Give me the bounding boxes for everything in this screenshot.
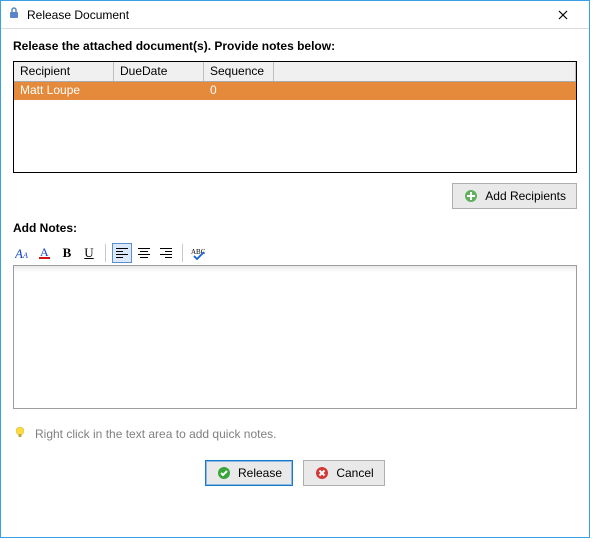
align-left-icon bbox=[116, 248, 128, 258]
plus-icon bbox=[463, 188, 479, 204]
spellcheck-button[interactable]: ABC bbox=[189, 243, 209, 263]
table-row[interactable]: Matt Loupe 0 bbox=[14, 82, 576, 100]
font-size-button[interactable]: A A bbox=[13, 243, 33, 263]
grid-body: Matt Loupe 0 bbox=[14, 82, 576, 172]
cell-empty bbox=[274, 82, 576, 100]
svg-text:A: A bbox=[22, 251, 28, 260]
titlebar: Release Document bbox=[1, 1, 589, 29]
release-document-dialog: Release Document Release the attached do… bbox=[0, 0, 590, 538]
editor-toolbar: A A A B U bbox=[13, 241, 577, 265]
toolbar-separator bbox=[105, 244, 106, 262]
align-center-button[interactable] bbox=[134, 243, 154, 263]
column-header-recipient[interactable]: Recipient bbox=[14, 62, 114, 81]
window-title: Release Document bbox=[27, 8, 543, 22]
column-header-sequence[interactable]: Sequence bbox=[204, 62, 274, 81]
release-label: Release bbox=[238, 466, 282, 480]
add-recipients-row: Add Recipients bbox=[13, 183, 577, 209]
align-right-icon bbox=[160, 248, 172, 258]
add-recipients-label: Add Recipients bbox=[485, 189, 566, 203]
cancel-button[interactable]: Cancel bbox=[303, 460, 385, 486]
check-circle-icon bbox=[216, 465, 232, 481]
align-right-button[interactable] bbox=[156, 243, 176, 263]
column-header-duedate[interactable]: DueDate bbox=[114, 62, 204, 81]
bold-button[interactable]: B bbox=[57, 243, 77, 263]
instruction-label: Release the attached document(s). Provid… bbox=[13, 39, 577, 53]
toolbar-separator bbox=[182, 244, 183, 262]
recipients-grid[interactable]: Recipient DueDate Sequence Matt Loupe 0 bbox=[13, 61, 577, 173]
cell-duedate bbox=[114, 82, 204, 100]
notes-textarea[interactable] bbox=[13, 265, 577, 409]
align-left-button[interactable] bbox=[112, 243, 132, 263]
cell-recipient: Matt Loupe bbox=[14, 82, 114, 100]
lock-icon bbox=[7, 6, 21, 23]
add-recipients-button[interactable]: Add Recipients bbox=[452, 183, 577, 209]
cancel-label: Cancel bbox=[336, 466, 373, 480]
footer-buttons: Release Cancel bbox=[13, 460, 577, 486]
cancel-circle-icon bbox=[314, 465, 330, 481]
close-button[interactable] bbox=[543, 1, 583, 28]
cell-sequence: 0 bbox=[204, 82, 274, 100]
column-header-empty bbox=[274, 62, 576, 81]
svg-text:A: A bbox=[15, 246, 23, 260]
lightbulb-icon bbox=[13, 425, 27, 442]
align-center-icon bbox=[138, 248, 150, 258]
hint-row: Right click in the text area to add quic… bbox=[13, 425, 577, 442]
release-button[interactable]: Release bbox=[205, 460, 293, 486]
grid-header: Recipient DueDate Sequence bbox=[14, 62, 576, 82]
add-notes-label: Add Notes: bbox=[13, 221, 577, 235]
hint-text: Right click in the text area to add quic… bbox=[35, 427, 276, 441]
underline-button[interactable]: U bbox=[79, 243, 99, 263]
content-area: Release the attached document(s). Provid… bbox=[1, 29, 589, 537]
font-color-button[interactable]: A bbox=[35, 243, 55, 263]
